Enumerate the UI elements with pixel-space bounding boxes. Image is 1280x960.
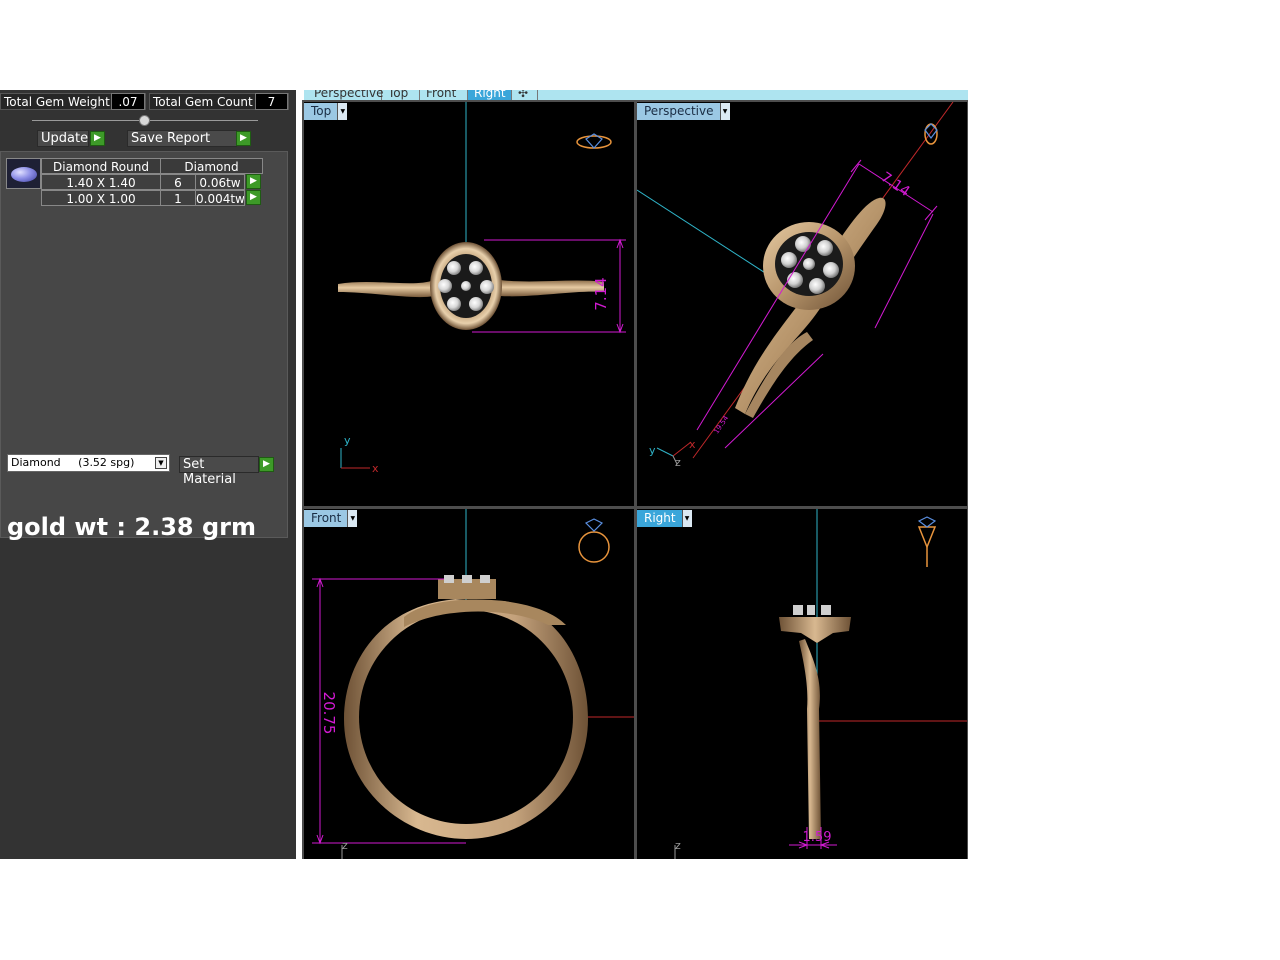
viewport-right[interactable]: 1.59 z Right ▼ <box>637 509 967 859</box>
view-tab-bar: Perspective Top Front Right ✣ <box>304 90 968 100</box>
gem-type-header: Diamond <box>160 158 263 174</box>
set-material-button[interactable]: Set Material <box>179 456 259 487</box>
ring-shank <box>799 639 821 839</box>
panel-splitter-handle[interactable] <box>139 115 150 126</box>
gem-report-panel: Total Gem Weight .07 Total Gem Count 7 U… <box>0 90 296 859</box>
axis-z-label: z <box>675 839 681 852</box>
viewport-front-label[interactable]: Front ▼ <box>304 510 358 527</box>
gem-shape-header: Diamond Round <box>41 158 161 174</box>
axis-y-label: y <box>344 434 351 447</box>
tab-layout-icon[interactable]: ✣ <box>512 90 538 100</box>
material-select-value: Diamond (3.52 spg) <box>11 456 135 469</box>
gem-row-weight: 0.06tw <box>195 174 245 190</box>
viewport-top-label[interactable]: Top ▼ <box>304 103 348 120</box>
tab-front[interactable]: Front <box>420 90 468 100</box>
viewport-perspective-title: Perspective <box>644 104 714 118</box>
gem-row-count: 1 <box>160 190 196 206</box>
viewport-perspective-canvas: 7.14 19.54 y z x <box>637 102 954 469</box>
axis-z-label: z <box>342 839 348 852</box>
dimension-label-small: 19.54 <box>712 414 730 436</box>
viewport-right-title: Right <box>644 511 676 525</box>
update-button[interactable]: Update <box>37 130 89 147</box>
ring-view-icon <box>924 123 938 145</box>
save-report-go-icon[interactable]: ▶ <box>236 131 251 146</box>
save-report-button[interactable]: Save Report <box>127 130 237 147</box>
tab-top[interactable]: Top <box>382 90 420 100</box>
ring-finger-hole <box>359 610 573 824</box>
gem-row-go-icon[interactable]: ▶ <box>246 174 261 189</box>
diamond-cluster <box>444 575 490 583</box>
set-material-go-icon[interactable]: ▶ <box>259 457 274 472</box>
chevron-down-icon[interactable]: ▼ <box>681 510 692 527</box>
viewport-perspective-label[interactable]: Perspective ▼ <box>637 103 730 120</box>
viewport-right-canvas: 1.59 z <box>674 509 967 859</box>
gold-weight-note: gold wt : 2.38 grm <box>7 513 256 541</box>
ring-view-icon <box>917 516 937 567</box>
gem-row-go-icon[interactable]: ▶ <box>246 190 261 205</box>
viewport-grid: 7.14 y x Top ▼ 7.14 19.54 y z x Perspect… <box>302 100 968 859</box>
material-select[interactable]: Diamond (3.52 spg) ▼ <box>7 454 170 472</box>
axis-x-label: x <box>372 462 379 475</box>
dimension-label: 1.59 <box>803 830 832 845</box>
chevron-down-icon[interactable]: ▼ <box>347 510 358 527</box>
viewport-top[interactable]: 7.14 y x Top ▼ <box>304 102 634 506</box>
gem-row-size: 1.00 X 1.00 <box>41 190 161 206</box>
axis-x-label: x <box>689 438 696 451</box>
ring-view-icon <box>576 133 612 149</box>
viewport-front-canvas: 20.75 z <box>312 509 634 859</box>
axis-y-label: y <box>649 444 656 457</box>
axis-triad-icon <box>340 448 370 469</box>
total-gem-count-value: 7 <box>255 93 288 110</box>
viewport-front-title: Front <box>311 511 342 525</box>
tab-perspective[interactable]: Perspective <box>308 90 384 100</box>
ring-shank-left <box>338 280 434 298</box>
gem-row-weight: 0.004tw <box>195 190 245 206</box>
diamond-cluster <box>793 605 831 615</box>
viewport-top-title: Top <box>311 104 332 118</box>
viewport-right-label[interactable]: Right ▼ <box>637 510 692 527</box>
gem-list: Diamond Round Diamond 1.40 X 1.40 6 0.06… <box>0 151 288 538</box>
gem-row-size: 1.40 X 1.40 <box>41 174 161 190</box>
viewport-top-canvas: 7.14 y x <box>338 102 626 475</box>
axis-triad-icon <box>656 441 692 465</box>
axis-z-label: z <box>675 456 681 469</box>
total-gem-weight-value: .07 <box>111 93 145 110</box>
dimension-label: 20.75 <box>320 692 338 735</box>
tab-right[interactable]: Right <box>468 90 512 100</box>
update-go-icon[interactable]: ▶ <box>90 131 105 146</box>
ring-shank-right <box>500 280 604 297</box>
ring-head <box>779 617 851 643</box>
gem-row-count: 6 <box>160 174 196 190</box>
dimension-label: 7.14 <box>592 277 610 310</box>
chevron-down-icon[interactable]: ▼ <box>155 457 167 469</box>
chevron-down-icon[interactable]: ▼ <box>337 103 348 120</box>
y-axis-guide <box>637 189 774 279</box>
chevron-down-icon[interactable]: ▼ <box>719 103 730 120</box>
viewport-front[interactable]: 20.75 z Front ▼ <box>304 509 634 859</box>
ring-view-icon <box>578 518 610 563</box>
diamond-round-gem-icon[interactable] <box>6 158 41 189</box>
viewport-perspective[interactable]: 7.14 19.54 y z x Perspective ▼ <box>637 102 967 506</box>
